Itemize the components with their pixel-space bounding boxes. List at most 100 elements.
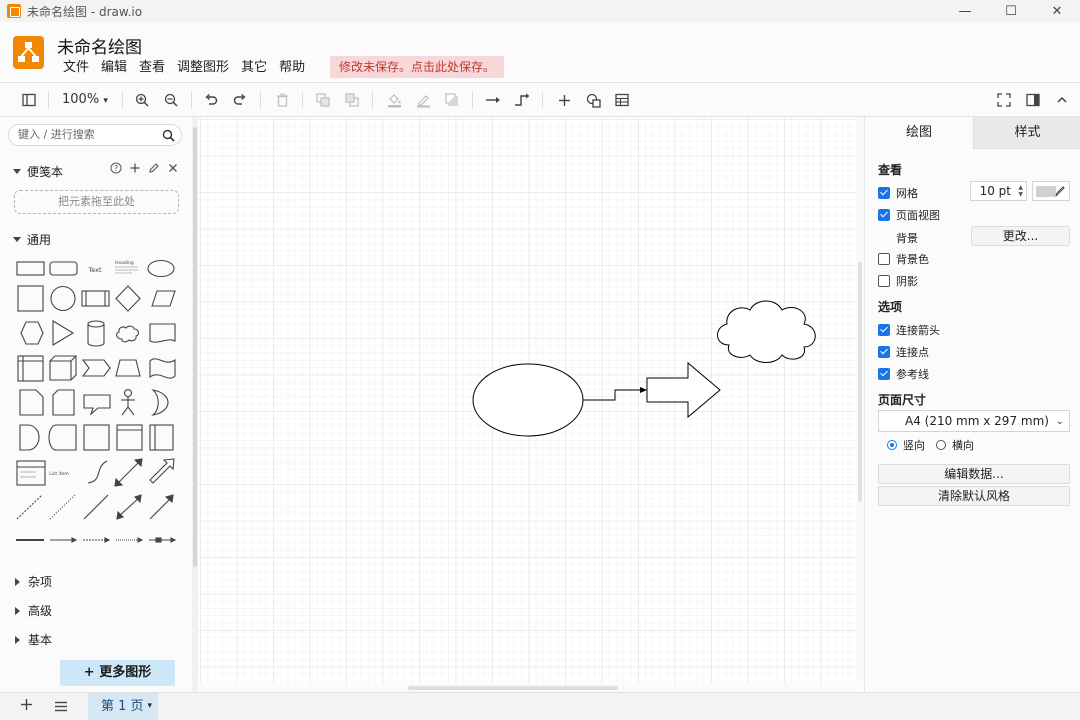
zoom-dropdown[interactable]: 100% ▾ xyxy=(62,92,108,107)
delete-button[interactable] xyxy=(273,91,291,109)
line-color-button[interactable] xyxy=(414,91,432,109)
guides-checkbox-row[interactable]: 参考线 xyxy=(878,366,929,382)
landscape-radio[interactable] xyxy=(936,440,946,450)
shape-curve[interactable] xyxy=(87,460,108,484)
page-tab-1[interactable]: 第 1 页 ▾ xyxy=(88,693,158,720)
shape-rounded-rectangle[interactable] xyxy=(49,261,78,276)
misc-section-header[interactable]: 杂项 xyxy=(13,573,52,590)
maximize-button[interactable]: ☐ xyxy=(988,0,1034,22)
shape-dashed-arrow[interactable] xyxy=(83,537,111,543)
scratchpad-header[interactable]: 便笺本 xyxy=(13,163,63,180)
clear-default-style-button[interactable]: 清除默认风格 xyxy=(878,486,1070,506)
canvas-horizontal-scrollbar-thumb[interactable] xyxy=(408,686,618,690)
close-window-button[interactable]: ✕ xyxy=(1034,0,1080,22)
shape-square[interactable] xyxy=(17,285,44,312)
background-color-checkbox-row[interactable]: 背景色 xyxy=(878,251,929,267)
fullscreen-button[interactable] xyxy=(995,91,1013,109)
menu-file[interactable]: 文件 xyxy=(57,59,95,77)
shape-callout[interactable] xyxy=(83,394,111,416)
canvas-vertical-scrollbar[interactable] xyxy=(856,117,864,687)
basic-section-header[interactable]: 基本 xyxy=(13,631,52,648)
connection-points-checkbox-row[interactable]: 连接点 xyxy=(878,344,929,360)
shape-diamond[interactable] xyxy=(115,285,141,312)
shape-cube[interactable] xyxy=(49,355,77,381)
shadow-checkbox-row[interactable]: 阴影 xyxy=(878,273,918,289)
shape-arrow-connector[interactable] xyxy=(50,537,78,543)
shape-hexagon[interactable] xyxy=(20,321,44,345)
background-color-checkbox[interactable] xyxy=(878,253,890,265)
tab-diagram[interactable]: 绘图 xyxy=(865,117,973,149)
shape-frame[interactable] xyxy=(116,424,143,451)
shape-card[interactable] xyxy=(52,389,75,416)
shape-container[interactable] xyxy=(83,424,110,451)
shape-bidirectional-connector[interactable] xyxy=(116,494,142,520)
sidebar-scrollbar-thumb[interactable] xyxy=(193,127,197,567)
canvas-vertical-scrollbar-thumb[interactable] xyxy=(858,262,862,502)
general-section-header[interactable]: 通用 xyxy=(13,231,51,248)
edit-data-button[interactable]: 编辑数据... xyxy=(878,464,1070,484)
undo-button[interactable] xyxy=(202,91,220,109)
shape-process[interactable] xyxy=(81,290,110,307)
shape-bidirectional-arrow[interactable] xyxy=(114,458,143,487)
minimize-button[interactable]: — xyxy=(942,0,988,22)
shape-data-storage[interactable] xyxy=(48,424,77,451)
diagram-ellipse[interactable] xyxy=(472,363,584,437)
shape-dotted-line[interactable] xyxy=(49,494,76,520)
menu-view[interactable]: 查看 xyxy=(133,59,171,77)
shape-link-arrow[interactable] xyxy=(149,537,177,543)
grid-checkbox-row[interactable]: 网格 xyxy=(878,185,918,201)
format-panel-toggle-button[interactable] xyxy=(20,91,38,109)
pages-menu-button[interactable] xyxy=(54,701,68,715)
redo-button[interactable] xyxy=(231,91,249,109)
table-button[interactable] xyxy=(613,91,631,109)
menu-extras[interactable]: 其它 xyxy=(235,59,273,77)
shape-swimlane[interactable] xyxy=(149,424,174,451)
unsaved-changes-banner[interactable]: 修改未保存。点击此处保存。 xyxy=(330,56,505,78)
shape-search-input[interactable] xyxy=(18,128,158,141)
menu-help[interactable]: 帮助 xyxy=(273,59,311,77)
shape-dotted-arrow[interactable] xyxy=(116,537,144,543)
shape-list-item[interactable]: List item xyxy=(49,471,68,477)
plus-icon[interactable] xyxy=(129,162,141,174)
format-panel-button[interactable] xyxy=(1024,91,1042,109)
scratchpad-drop-zone[interactable]: 把元素拖至此处 xyxy=(14,190,179,214)
collapse-toolbar-button[interactable] xyxy=(1053,91,1071,109)
guides-checkbox[interactable] xyxy=(878,368,890,380)
zoom-in-button[interactable] xyxy=(133,91,151,109)
canvas-horizontal-scrollbar[interactable] xyxy=(198,684,856,692)
menu-arrange[interactable]: 调整图形 xyxy=(171,59,235,77)
shape-circle[interactable] xyxy=(50,285,76,312)
change-background-button[interactable]: 更改... xyxy=(971,226,1070,246)
fill-color-button[interactable] xyxy=(385,91,403,109)
shape-cylinder[interactable] xyxy=(87,320,105,347)
shape-directional-connector[interactable] xyxy=(149,494,174,520)
shape-triangle[interactable] xyxy=(52,320,75,346)
shape-delay[interactable] xyxy=(19,424,40,451)
diagram-connector[interactable] xyxy=(583,387,647,401)
portrait-radio[interactable] xyxy=(887,440,897,450)
zoom-out-button[interactable] xyxy=(162,91,180,109)
page-view-checkbox[interactable] xyxy=(878,209,890,221)
connection-points-checkbox[interactable] xyxy=(878,346,890,358)
to-front-button[interactable] xyxy=(314,91,332,109)
shape-note[interactable] xyxy=(19,389,44,416)
shape-tape[interactable] xyxy=(149,358,176,379)
tab-style[interactable]: 样式 xyxy=(973,117,1080,149)
grid-size-input[interactable]: 10 pt ▲ ▼ xyxy=(970,181,1027,201)
shape-actor[interactable] xyxy=(121,388,135,416)
grid-size-stepper-icon[interactable]: ▲ ▼ xyxy=(1018,184,1023,198)
close-icon[interactable] xyxy=(167,162,179,174)
shape-document[interactable] xyxy=(149,323,176,343)
grid-checkbox[interactable] xyxy=(878,187,890,199)
shape-dashed-line[interactable] xyxy=(16,494,43,520)
shadow-checkbox[interactable] xyxy=(878,275,890,287)
edit-icon[interactable] xyxy=(148,162,160,174)
page-view-checkbox-row[interactable]: 页面视图 xyxy=(878,207,940,223)
shape-textbox[interactable]: Heading xyxy=(115,260,138,274)
document-title[interactable]: 未命名绘图 xyxy=(57,33,142,58)
drawing-canvas[interactable] xyxy=(198,117,856,687)
portrait-radio-row[interactable]: 竖向 xyxy=(887,437,925,453)
search-icon[interactable] xyxy=(162,129,175,142)
shape-rectangle[interactable] xyxy=(16,261,45,276)
to-back-button[interactable] xyxy=(343,91,361,109)
